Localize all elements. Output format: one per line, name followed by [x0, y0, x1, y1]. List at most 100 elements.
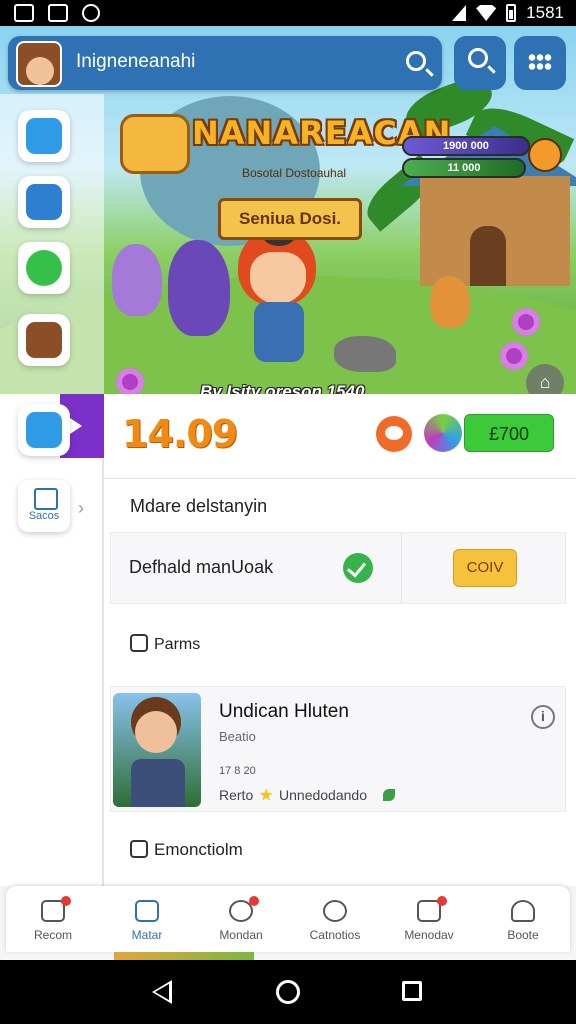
system-navigation-bar: [0, 960, 576, 1024]
rail-button-like[interactable]: [18, 404, 70, 456]
search-icon: [468, 48, 488, 68]
profile-avatar-icon: [26, 322, 62, 358]
signal-icon: [452, 5, 467, 21]
last-section-heading[interactable]: Emonctiolm: [130, 840, 243, 860]
share-icon: [26, 118, 62, 154]
game-card-footer-text: Unnedodando: [279, 787, 367, 803]
setting-row-button[interactable]: COIV: [453, 549, 517, 587]
params-heading[interactable]: Parms: [130, 634, 200, 654]
params-title: Parms: [154, 636, 201, 653]
star-icon: [259, 788, 273, 801]
nav-item-community[interactable]: Catnotios: [288, 886, 382, 952]
game-logo: [120, 114, 190, 174]
home-shortcut-icon[interactable]: ⌂: [526, 364, 564, 394]
hero-caption: By Isity oreson 1540: [200, 382, 365, 394]
user-avatar[interactable]: [16, 41, 62, 87]
hut-door: [470, 226, 506, 286]
flower: [512, 308, 540, 336]
gems-bar: 11 000: [402, 158, 526, 178]
thumbs-up-icon: [26, 412, 62, 448]
game-card-footer-prefix: Rerto: [219, 787, 254, 803]
leaf-icon: [382, 789, 395, 801]
left-rail-lower: [0, 394, 104, 886]
nav-label: Matar: [131, 928, 163, 942]
check-icon[interactable]: [343, 553, 373, 583]
nav-label: Mondan: [219, 928, 263, 942]
setting-row[interactable]: Defhald manUoak COIV: [110, 532, 566, 604]
hero-character-body: [254, 302, 304, 362]
game-card-thumbnail: [113, 693, 201, 807]
checkbox-icon: [130, 634, 148, 652]
gallery-icon: [48, 4, 68, 22]
flower: [116, 368, 144, 394]
rail-shop-label: Sacos: [28, 510, 60, 522]
recents-icon[interactable]: [402, 981, 422, 1001]
search-app-bar[interactable]: Inigneneanahi: [8, 36, 442, 90]
nav-item-inbox[interactable]: Menodav: [382, 886, 476, 952]
android-icon: [82, 4, 100, 22]
pet-avatar-icon[interactable]: [528, 138, 562, 172]
game-card-footer: Rerto Unnedodando: [219, 787, 395, 803]
search-button[interactable]: [454, 36, 506, 90]
rail-button-share[interactable]: [18, 110, 70, 162]
chat-bubble-icon[interactable]: [376, 416, 412, 452]
content-peek: [114, 952, 254, 960]
section-title-one: Mdare delstanyin: [130, 496, 268, 516]
game-card-meta: 17 8 20: [219, 765, 256, 777]
profile-icon: [511, 900, 535, 922]
hero-character-face: [250, 252, 306, 304]
purple-dino-large: [168, 240, 230, 336]
score-value: 14.09: [122, 412, 238, 456]
chat-icon: [26, 250, 62, 286]
home-circle-icon[interactable]: [276, 980, 300, 1004]
game-card-title: Undican Hluten: [219, 701, 349, 722]
game-card[interactable]: Undican Hluten Beatio 17 8 20 Rerto Unne…: [110, 686, 566, 812]
nav-item-home[interactable]: Recom: [6, 886, 100, 952]
rail-button-wallet[interactable]: [18, 176, 70, 228]
status-bar: 1581: [0, 0, 576, 26]
price-button[interactable]: £700: [464, 414, 554, 452]
chevron-right-icon[interactable]: ›: [78, 498, 84, 519]
nav-label: Catnotios: [309, 928, 361, 942]
notification-badge: [61, 896, 71, 906]
nav-label: Menodav: [404, 928, 454, 942]
game-card-subtitle: Beatio: [219, 729, 256, 744]
game-subtitle: Bosotal Dostoauhal: [242, 166, 347, 180]
games-icon: [135, 900, 159, 922]
flower: [500, 342, 528, 370]
search-icon[interactable]: [404, 47, 436, 79]
divider: [104, 478, 576, 479]
apps-menu-button[interactable]: [514, 36, 566, 90]
notification-badge: [249, 896, 259, 906]
row-separator: [401, 533, 402, 603]
orange-pet: [430, 276, 470, 328]
back-icon[interactable]: [152, 980, 172, 1004]
wallet-icon: [26, 184, 62, 220]
nav-label: Recom: [33, 928, 72, 942]
xp-bar: 1900 000: [402, 136, 530, 156]
rail-shop-button[interactable]: Sacos: [18, 480, 70, 532]
battery-icon: [506, 4, 517, 22]
hero-ribbon: Seniua Dosi.: [205, 198, 375, 245]
notification-badge: [437, 896, 447, 906]
setting-row-label: Defhald manUoak: [129, 557, 274, 577]
app-bar-title: Inigneneanahi: [76, 51, 196, 72]
bottom-navigation: Recom Matar Mondan Catnotios Menodav Boo…: [6, 886, 570, 952]
screenshot-icon: [14, 4, 34, 22]
nav-item-rewards[interactable]: Mondan: [194, 886, 288, 952]
last-section-title: Emonctiolm: [154, 840, 243, 859]
nav-label: Boote: [507, 928, 539, 942]
rail-button-chat[interactable]: [18, 242, 70, 294]
wifi-icon: [476, 5, 497, 21]
info-icon[interactable]: i: [531, 705, 555, 729]
rock: [334, 336, 396, 372]
main-panel: 14.09 £700 Mdare delstanyin Defhald manU…: [104, 394, 576, 886]
nav-item-games[interactable]: Matar: [100, 886, 194, 952]
rail-button-profile[interactable]: [18, 314, 70, 366]
grid-dots-icon: [528, 53, 552, 71]
globe-icon[interactable]: [424, 414, 462, 452]
community-icon: [323, 900, 347, 922]
nav-item-profile[interactable]: Boote: [476, 886, 570, 952]
status-time: 1581: [526, 3, 564, 22]
purple-dino-small: [112, 244, 162, 316]
